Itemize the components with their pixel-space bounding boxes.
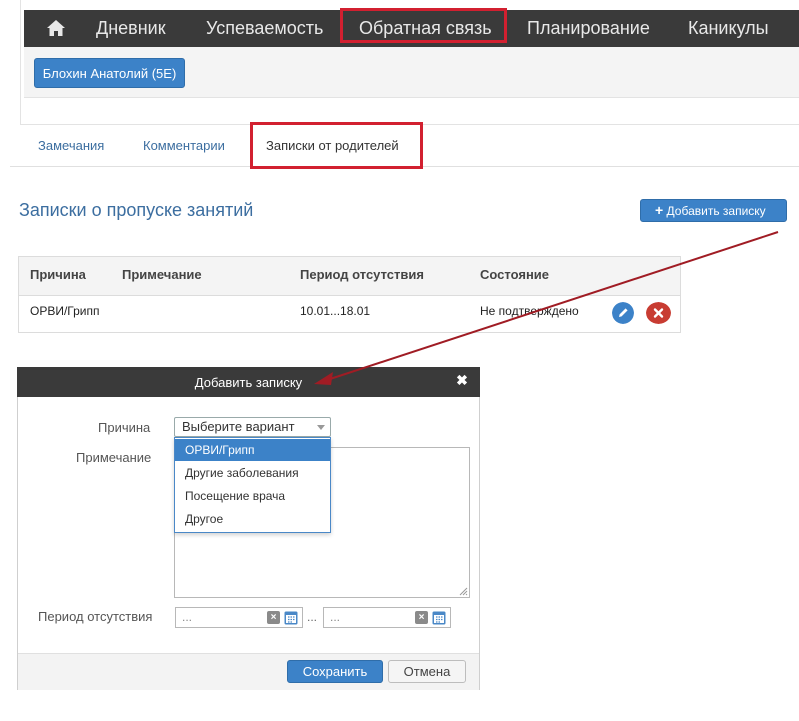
calendar-icon[interactable]: [284, 610, 298, 625]
date-to-value: ...: [330, 610, 341, 624]
home-icon[interactable]: [46, 19, 66, 37]
delete-icon[interactable]: [646, 302, 671, 324]
tab-parent-notes[interactable]: Записки от родителей: [266, 138, 399, 153]
reason-dropdown: ОРВИ/Грипп Другие заболевания Посещение …: [174, 437, 331, 533]
add-note-label: Добавить записку: [666, 204, 766, 218]
cancel-button[interactable]: Отмена: [388, 660, 466, 683]
resize-handle-icon[interactable]: [458, 586, 468, 596]
cell-reason: ОРВИ/Грипп: [30, 304, 100, 318]
cell-period: 10.01...18.01: [300, 304, 371, 318]
date-from-value: ...: [182, 610, 193, 624]
nav-item-diary[interactable]: Дневник: [96, 10, 166, 47]
option-other-illness[interactable]: Другие заболевания: [175, 462, 330, 484]
close-icon[interactable]: ✖: [455, 372, 469, 388]
save-button[interactable]: Сохранить: [287, 660, 383, 683]
date-separator: ...: [307, 610, 318, 624]
header-reason: Причина: [30, 267, 86, 282]
reason-label: Причина: [98, 420, 151, 435]
option-flu[interactable]: ОРВИ/Грипп: [175, 439, 330, 461]
calendar-icon[interactable]: [432, 610, 446, 625]
pencil-icon[interactable]: [612, 302, 634, 324]
chevron-down-icon: [317, 425, 325, 430]
date-from-field[interactable]: ... ×: [175, 607, 303, 628]
header-status: Состояние: [480, 267, 550, 282]
plus-icon: +: [655, 202, 664, 218]
date-to-field[interactable]: ... ×: [323, 607, 451, 628]
option-other[interactable]: Другое: [175, 508, 330, 530]
header-note: Примечание: [122, 267, 202, 282]
section-title: Записки о пропуске занятий: [19, 200, 254, 220]
clear-icon[interactable]: ×: [415, 611, 428, 624]
main-navbar: Дневник Успеваемость Обратная связь План…: [24, 8, 799, 47]
nav-item-feedback[interactable]: Обратная связь: [359, 10, 492, 47]
add-note-button[interactable]: + Добавить записку: [640, 199, 787, 222]
note-label: Примечание: [76, 450, 152, 465]
nav-item-holidays[interactable]: Каникулы: [688, 10, 769, 47]
reason-select-value: Выберите вариант: [182, 419, 295, 434]
cell-status: Не подтверждено: [480, 304, 579, 318]
header-period: Период отсутствия: [300, 267, 424, 282]
tab-remarks[interactable]: Замечания: [38, 138, 104, 153]
reason-select[interactable]: Выберите вариант: [174, 417, 331, 437]
tab-comments[interactable]: Комментарии: [143, 138, 225, 153]
nav-item-progress[interactable]: Успеваемость: [206, 10, 323, 47]
period-label: Период отсутствия: [38, 609, 153, 624]
dialog-title: Добавить записку: [194, 375, 303, 390]
student-selector-button[interactable]: Блохин Анатолий (5Е): [34, 58, 185, 88]
option-doctor-visit[interactable]: Посещение врача: [175, 485, 330, 507]
clear-icon[interactable]: ×: [267, 611, 280, 624]
nav-item-planning[interactable]: Планирование: [527, 10, 650, 47]
